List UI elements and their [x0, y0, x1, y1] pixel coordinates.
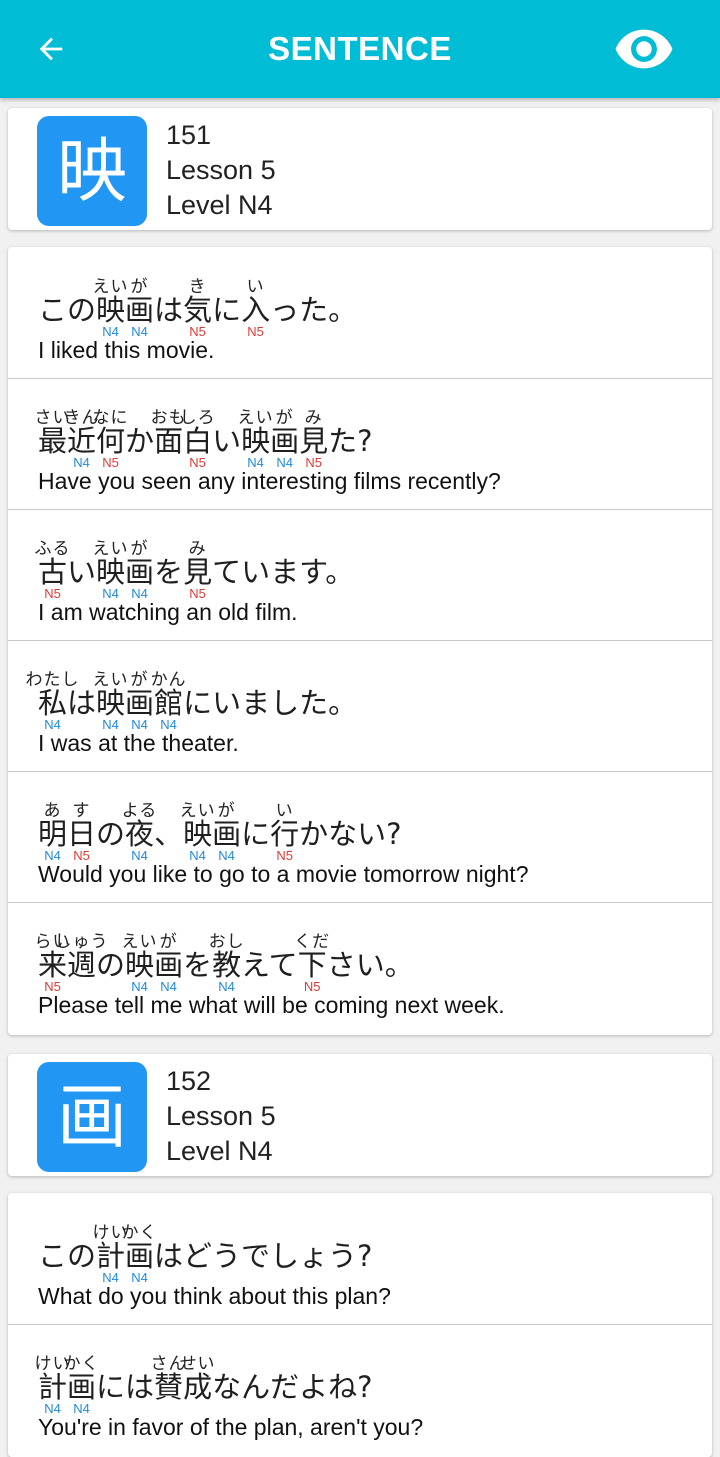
english-translation: Please tell me what will be coming next …	[38, 992, 505, 1018]
kanji-header-card[interactable]: 画 152 Lesson 5 Level N4	[8, 1054, 712, 1176]
japanese-text: った。	[270, 293, 358, 327]
kanji-segment: み見 N5	[299, 408, 328, 473]
sentence-card: この けい計 N4 かく画 N4 はどうでしょう? What do you think ab…	[8, 1193, 712, 1457]
japanese-sentence: ふる古 N5 いえい映 N4 が画 N4 をみ見 N5 ています。	[35, 539, 355, 604]
japanese-text: かない?	[299, 817, 402, 851]
kanji-segment: が画 N4	[125, 277, 154, 342]
english-translation: I am watching an old film.	[38, 599, 298, 625]
kanji-segment: き気 N5	[183, 277, 212, 342]
kanji-segment: ふる古 N5	[35, 539, 70, 604]
kanji-meta: 151 Lesson 5 Level N4	[166, 118, 276, 223]
toggle-reading-button[interactable]	[612, 24, 676, 74]
kana-segment: ています。	[212, 539, 354, 604]
sentence-row[interactable]: あ明 N4 す日 N5 のよる夜 N4、えい映 N4 が画 N4 にい行 N5 かない? Would y…	[8, 771, 712, 903]
kanji-header-card[interactable]: 映 151 Lesson 5 Level N4	[8, 108, 712, 230]
kana-segment: さい。	[327, 932, 414, 997]
japanese-text: はどうでしょう?	[154, 1239, 373, 1273]
sentence-row[interactable]: けい計 N4 かく画 N4 には さん賛せい成なんだよね? You're in favor …	[8, 1324, 712, 1455]
kanji-segment: い入 N5	[241, 277, 270, 342]
app-bar: SENTENCE	[0, 0, 720, 98]
kanji-number: 152	[166, 1066, 212, 1096]
kanji-segment: かん館 N4	[151, 670, 186, 735]
sentence-row[interactable]: わたし私 N4 はえい映 N4 が画 N4 かん館 N4 にいました。 I was at the …	[8, 640, 712, 772]
japanese-text: た?	[328, 424, 373, 458]
kanji-segment: よる夜 N4	[122, 801, 156, 866]
level-label: Level N4	[166, 190, 273, 220]
english-translation: I was at the theater.	[38, 730, 239, 756]
kanji-segment: が画 N4	[125, 539, 154, 604]
japanese-text: ています。	[212, 555, 355, 589]
japanese-sentence: この けい計 N4 かく画 N4 はどうでしょう?	[38, 1223, 372, 1288]
kanji-segment: せい成	[180, 1354, 215, 1419]
english-translation: I liked this movie.	[38, 337, 215, 363]
japanese-text: にいました。	[183, 686, 358, 720]
sentence-row[interactable]: この けい計 N4 かく画 N4 はどうでしょう? What do you think ab…	[8, 1193, 712, 1325]
japanese-text: さい。	[326, 948, 414, 982]
kana-segment: なんだよね?	[212, 1354, 372, 1419]
kanji-segment: くだ下 N5	[294, 932, 329, 997]
kanji-segment: す日 N5	[67, 801, 96, 866]
kanji-tile: 画	[37, 1062, 147, 1172]
kanji-number: 151	[166, 120, 212, 150]
kanji-segment: かく画 N4	[122, 1223, 157, 1288]
japanese-sentence: けい計 N4 かく画 N4 には さん賛せい成なんだよね?	[35, 1354, 373, 1419]
eye-icon	[615, 29, 673, 69]
japanese-sentence: さい最きん近 N4 なに何 N5 かおも面しろ白 N5 いえい映 N4 が画 N4 み見 N5 た?	[35, 408, 373, 473]
kanji-segment: なに何 N5	[93, 408, 128, 473]
kana-segment: かない?	[299, 801, 401, 866]
kanji-segment: しゅう週	[55, 932, 108, 997]
kanji-segment: み見 N5	[183, 539, 212, 604]
kanji-segment: かく画 N4	[64, 1354, 99, 1419]
kana-segment: った。	[270, 277, 357, 342]
japanese-sentence: わたし私 N4 はえい映 N4 が画 N4 かん館 N4 にいました。	[26, 670, 358, 735]
sentence-card: この えい映 N4 が画 N4 はき気 N5 にい入 N5 った。 I liked this mov…	[8, 247, 712, 1035]
kana-segment: にいました。	[183, 670, 357, 735]
english-translation: What do you think about this plan?	[38, 1283, 391, 1309]
kanji-segment: い行 N5	[270, 801, 299, 866]
sentence-row[interactable]: ふる古 N5 いえい映 N4 が画 N4 をみ見 N5 ています。 I am watching a…	[8, 509, 712, 641]
japanese-text: なんだよね?	[212, 1370, 373, 1404]
kanji-tile: 映	[37, 116, 147, 226]
english-translation: Would you like to go to a movie tomorrow…	[38, 861, 529, 887]
kana-segment: た?	[328, 408, 372, 473]
sentence-row[interactable]: らい来 N5 しゅう週のえい映 N4 が画 N4 をおし教 N4 えて くだ下 N5 さい。 Pleas…	[8, 902, 712, 1033]
lesson-label: Lesson 5	[166, 1101, 276, 1131]
kanji-segment: おし教 N4	[209, 932, 244, 997]
kanji-segment: しろ白 N5	[180, 408, 215, 473]
japanese-sentence: あ明 N4 す日 N5 のよる夜 N4、えい映 N4 が画 N4 にい行 N5 かない?	[38, 801, 402, 866]
japanese-sentence: らい来 N5 しゅう週のえい映 N4 が画 N4 をおし教 N4 えて くだ下 N5 さい。	[35, 932, 414, 997]
kanji-meta: 152 Lesson 5 Level N4	[166, 1064, 276, 1169]
lesson-label: Lesson 5	[166, 155, 276, 185]
kana-segment: はどうでしょう?	[154, 1223, 372, 1288]
kanji-segment: が画 N4	[212, 801, 241, 866]
level-label: Level N4	[166, 1136, 273, 1166]
kanji-segment: が画 N4	[154, 932, 183, 997]
english-translation: Have you seen any interesting films rece…	[38, 468, 501, 494]
kanji-segment: わたし私 N4	[26, 670, 79, 735]
japanese-sentence: この えい映 N4 が画 N4 はき気 N5 にい入 N5 った。	[38, 277, 357, 342]
sentence-row[interactable]: この えい映 N4 が画 N4 はき気 N5 にい入 N5 った。 I liked this mov…	[8, 247, 712, 379]
sentence-row[interactable]: さい最きん近 N4 なに何 N5 かおも面しろ白 N5 いえい映 N4 が画 N4 み見 N5 た? Ha…	[8, 378, 712, 510]
english-translation: You're in favor of the plan, aren't you?	[38, 1414, 424, 1440]
